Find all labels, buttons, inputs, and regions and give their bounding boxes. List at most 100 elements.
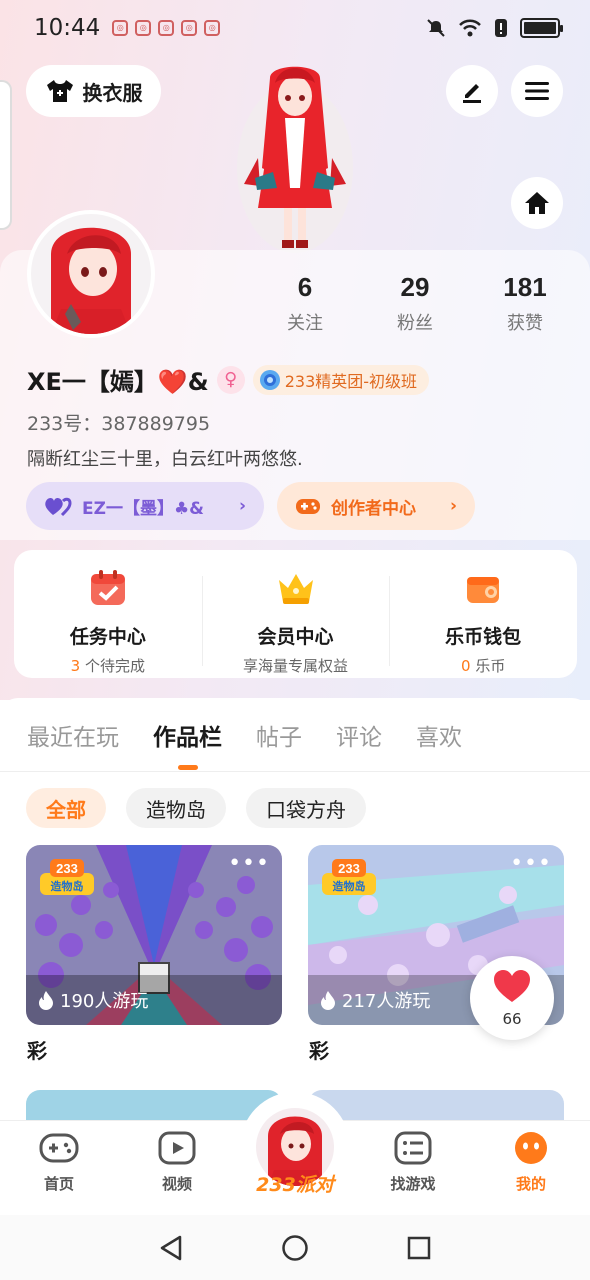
- filter-creation-island[interactable]: 造物岛: [126, 788, 226, 828]
- profile-avatar[interactable]: [27, 210, 155, 338]
- nav-find-games[interactable]: 找游戏: [373, 1131, 453, 1194]
- hamburger-menu-icon: [525, 82, 549, 100]
- house-icon: [525, 192, 549, 214]
- chevron-right-icon: ›: [238, 496, 246, 516]
- alert-icon: [495, 19, 507, 37]
- family-group-button[interactable]: EZ一【墨】♣& ›: [26, 482, 264, 530]
- profile-name-row: XE一【嫣】❤️& ♀ 233精英团-初级班: [27, 362, 430, 397]
- stat-label: 获赞: [507, 313, 543, 334]
- like-button[interactable]: 66: [470, 956, 554, 1040]
- tab-recently-played[interactable]: 最近在玩: [27, 718, 119, 752]
- stat-value: 181: [503, 272, 547, 302]
- family-group-label: EZ一【墨】♣&: [82, 498, 205, 519]
- shirt-icon: [46, 80, 73, 102]
- play-count-label: 217人游玩: [342, 991, 431, 1012]
- content-tabs: 最近在玩 作品栏 帖子 评论 喜欢: [0, 698, 590, 772]
- user-id-value: 387889795: [101, 413, 211, 435]
- recent-apps-icon[interactable]: [406, 1235, 432, 1261]
- nav-video[interactable]: 视频: [137, 1131, 217, 1194]
- notification-app-icon: ◎: [204, 20, 221, 36]
- nav-me[interactable]: 我的: [491, 1131, 571, 1194]
- battery-icon: [520, 18, 563, 38]
- nav-me-label: 我的: [515, 1175, 546, 1193]
- stat-label: 关注: [287, 313, 323, 334]
- heart-icon: [494, 970, 530, 1002]
- status-time: 10:44: [34, 15, 101, 41]
- task-center-title: 任务中心: [69, 626, 146, 648]
- status-bar: 10:44 ◎ ◎ ◎ ◎ ◎: [0, 0, 590, 56]
- member-center-link[interactable]: 会员中心 享海量专属权益: [201, 564, 390, 675]
- play-count: 217人游玩: [320, 987, 430, 1013]
- work-filters: 全部 造物岛 口袋方舟: [26, 788, 366, 828]
- creator-center-label: 创作者中心: [331, 498, 416, 519]
- calendar-check-icon: [90, 570, 125, 605]
- change-outfit-button[interactable]: 换衣服: [26, 65, 161, 117]
- tab-posts[interactable]: 帖子: [256, 718, 302, 752]
- notification-app-icon: ◎: [158, 20, 175, 36]
- creation-island-logo: 233 造物岛: [40, 859, 94, 897]
- avatar-image: [31, 214, 151, 334]
- game-title[interactable]: 彩: [309, 1035, 329, 1064]
- menu-button[interactable]: [511, 65, 563, 117]
- tab-works[interactable]: 作品栏: [153, 718, 222, 770]
- game-card[interactable]: [308, 1090, 564, 1120]
- gamepad-nav-icon: [39, 1133, 79, 1163]
- user-id[interactable]: 233号：387889795: [27, 409, 210, 436]
- double-heart-icon: [45, 497, 72, 517]
- like-count: 66: [502, 1010, 522, 1028]
- stat-value: 29: [400, 272, 430, 302]
- tab-likes[interactable]: 喜欢: [416, 718, 462, 752]
- stat-following[interactable]: 6 关注: [250, 272, 360, 335]
- game-logo-number: 233: [56, 861, 78, 876]
- game-card[interactable]: [26, 1090, 282, 1120]
- gamepad-icon: [296, 499, 320, 514]
- stat-label: 粉丝: [397, 313, 433, 334]
- change-outfit-label: 换衣服: [82, 80, 143, 105]
- tab-comments[interactable]: 评论: [336, 718, 382, 752]
- flame-icon: [321, 991, 335, 1010]
- more-options-icon[interactable]: •••: [510, 851, 552, 876]
- notification-app-icon: ◎: [112, 20, 129, 36]
- coin-wallet-link[interactable]: 乐币钱包 0 乐币: [389, 564, 577, 675]
- wallet-icon: [467, 577, 500, 603]
- character-avatar-3d[interactable]: [230, 58, 360, 253]
- notification-app-icon: ◎: [135, 20, 152, 36]
- mute-icon: [427, 19, 445, 37]
- nav-find-games-label: 找游戏: [390, 1175, 436, 1193]
- user-bio: 隔断红尘三十里，白云红叶两悠悠.: [27, 449, 303, 470]
- list-search-icon: [394, 1131, 432, 1165]
- nav-home[interactable]: 首页: [19, 1131, 99, 1194]
- flame-icon: [39, 991, 53, 1010]
- quick-links-card: 任务中心 3 个待完成 会员中心 享海量专属权益 乐币钱包 0 乐币: [14, 550, 577, 678]
- home-button[interactable]: [511, 177, 563, 229]
- member-center-subtitle: 享海量专属权益: [243, 657, 349, 675]
- home-circle-icon[interactable]: [281, 1234, 309, 1262]
- member-center-title: 会员中心: [257, 626, 334, 648]
- game-card[interactable]: 233 造物岛 ••• 190人游玩: [26, 845, 282, 1025]
- profile-stats: 6 关注 29 粉丝 181 获赞: [250, 272, 580, 335]
- creator-center-button[interactable]: 创作者中心 ›: [277, 482, 475, 530]
- party-label: 233派对: [256, 1174, 334, 1196]
- chevron-right-icon: ›: [449, 496, 457, 516]
- system-navigation-bar: [0, 1215, 590, 1280]
- stat-followers[interactable]: 29 粉丝: [360, 272, 470, 335]
- coin-balance: 0: [461, 657, 471, 675]
- coin-wallet-subtitle: 0 乐币: [389, 655, 577, 676]
- floating-side-tab[interactable]: [0, 80, 12, 230]
- filter-all[interactable]: 全部: [26, 788, 106, 828]
- more-options-icon[interactable]: •••: [228, 851, 270, 876]
- stat-likes[interactable]: 181 获赞: [470, 272, 580, 335]
- membership-badge[interactable]: 233精英团-初级班: [252, 364, 430, 395]
- task-center-link[interactable]: 任务中心 3 个待完成: [14, 564, 202, 675]
- coin-wallet-title: 乐币钱包: [445, 626, 522, 648]
- filter-pocket-ark[interactable]: 口袋方舟: [246, 788, 366, 828]
- back-icon[interactable]: [158, 1234, 184, 1262]
- gem-badge-icon: [259, 369, 280, 390]
- game-title[interactable]: 彩: [27, 1035, 47, 1064]
- game-logo-number: 233: [338, 861, 360, 876]
- creation-island-logo: 233 造物岛: [322, 859, 376, 897]
- user-id-label: 233号：: [27, 413, 102, 435]
- wifi-icon: [459, 19, 481, 37]
- edit-profile-button[interactable]: [446, 65, 498, 117]
- coin-unit: 乐币: [470, 657, 506, 675]
